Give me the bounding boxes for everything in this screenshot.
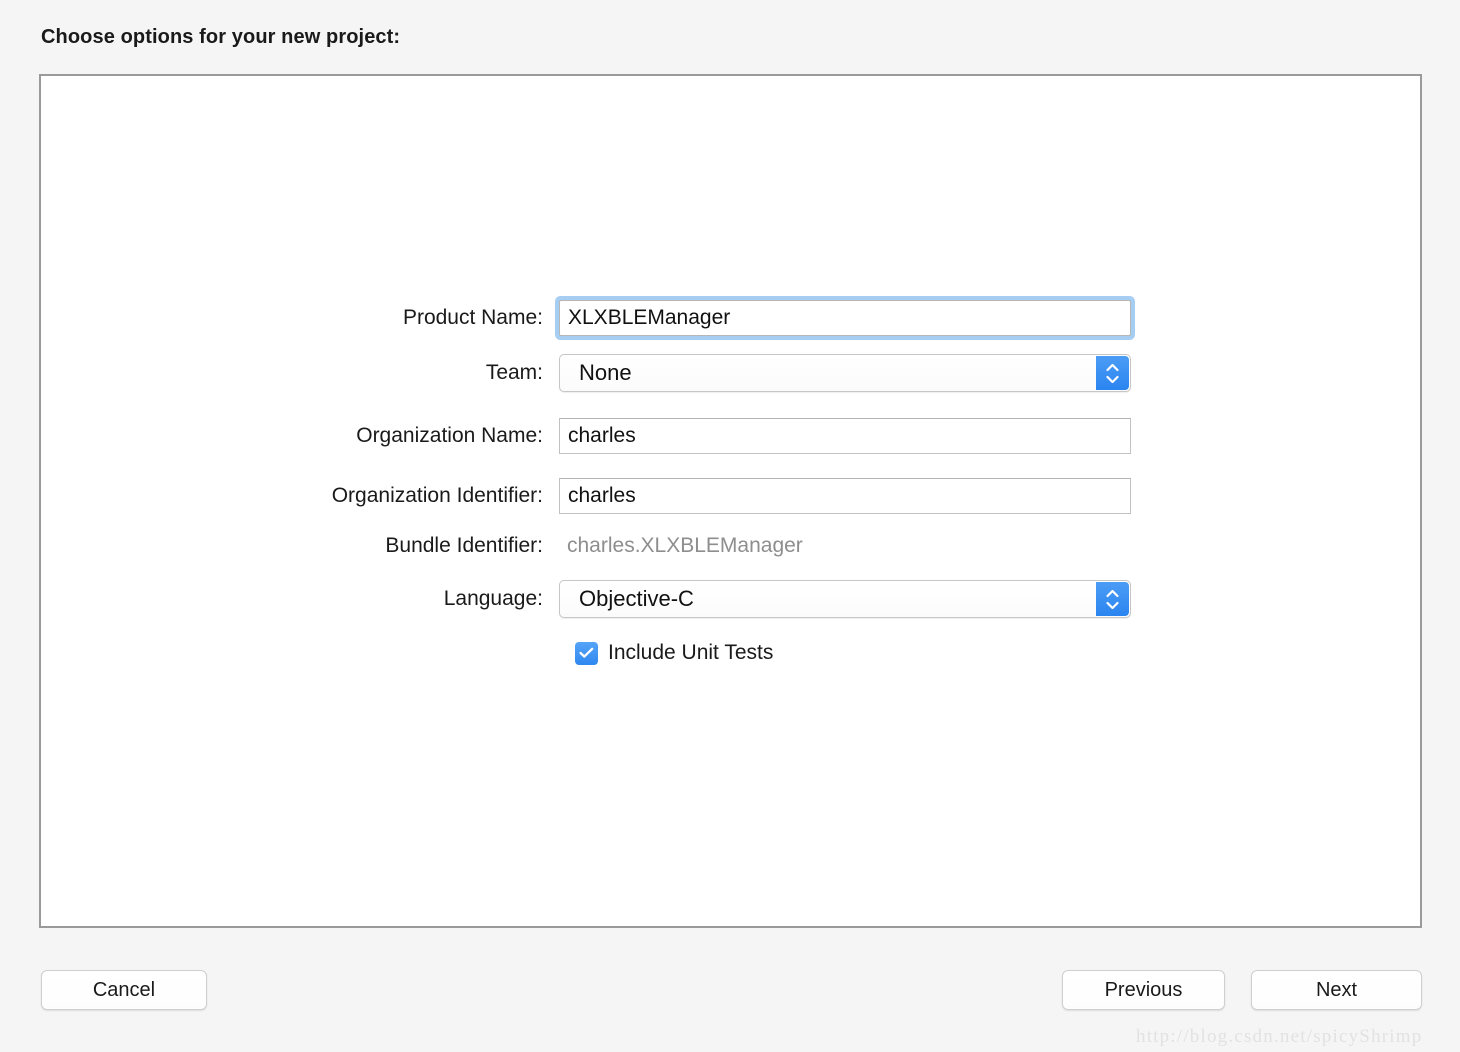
organization-identifier-input[interactable] bbox=[559, 478, 1131, 514]
team-stepper-arrows-icon[interactable] bbox=[1096, 356, 1129, 390]
field-row-organization-identifier: Organization Identifier: bbox=[41, 478, 1420, 514]
product-name-control bbox=[559, 300, 1131, 336]
organization-identifier-label: Organization Identifier: bbox=[41, 484, 559, 508]
previous-button[interactable]: Previous bbox=[1062, 970, 1225, 1010]
page-title: Choose options for your new project: bbox=[41, 26, 400, 49]
organization-name-control bbox=[559, 418, 1131, 454]
language-control: Objective-C bbox=[559, 580, 1131, 618]
organization-name-input[interactable] bbox=[559, 418, 1131, 454]
watermark-text: http://blog.csdn.net/spicyShrimp bbox=[1136, 1026, 1422, 1048]
product-name-input[interactable] bbox=[559, 300, 1131, 336]
field-row-team: Team: None bbox=[41, 354, 1420, 392]
field-row-language: Language: Objective-C bbox=[41, 580, 1420, 618]
options-panel: Product Name: Team: None bbox=[39, 74, 1422, 928]
team-select[interactable]: None bbox=[559, 354, 1131, 392]
field-row-product-name: Product Name: bbox=[41, 300, 1420, 336]
product-name-label: Product Name: bbox=[41, 306, 559, 330]
bundle-identifier-value: charles.XLXBLEManager bbox=[559, 534, 1131, 558]
language-select[interactable]: Objective-C bbox=[559, 580, 1131, 618]
include-unit-tests-label[interactable]: Include Unit Tests bbox=[608, 641, 773, 665]
cancel-button[interactable]: Cancel bbox=[41, 970, 207, 1010]
language-selected-value: Objective-C bbox=[560, 586, 694, 612]
team-label: Team: bbox=[41, 361, 559, 385]
bundle-identifier-label: Bundle Identifier: bbox=[41, 534, 559, 558]
product-name-focus-ring bbox=[555, 296, 1135, 340]
field-row-bundle-identifier: Bundle Identifier: charles.XLXBLEManager bbox=[41, 534, 1420, 558]
field-row-organization-name: Organization Name: bbox=[41, 418, 1420, 454]
include-unit-tests-checkbox[interactable] bbox=[575, 642, 598, 665]
language-stepper-arrows-icon[interactable] bbox=[1096, 582, 1129, 616]
organization-identifier-control bbox=[559, 478, 1131, 514]
next-button[interactable]: Next bbox=[1251, 970, 1422, 1010]
field-row-include-unit-tests: Include Unit Tests bbox=[41, 641, 1420, 665]
project-options-form: Product Name: Team: None bbox=[41, 300, 1420, 665]
bundle-identifier-control: charles.XLXBLEManager bbox=[559, 534, 1131, 558]
team-control: None bbox=[559, 354, 1131, 392]
team-selected-value: None bbox=[560, 360, 632, 386]
organization-name-label: Organization Name: bbox=[41, 424, 559, 448]
checkmark-icon bbox=[579, 647, 594, 659]
language-label: Language: bbox=[41, 587, 559, 611]
